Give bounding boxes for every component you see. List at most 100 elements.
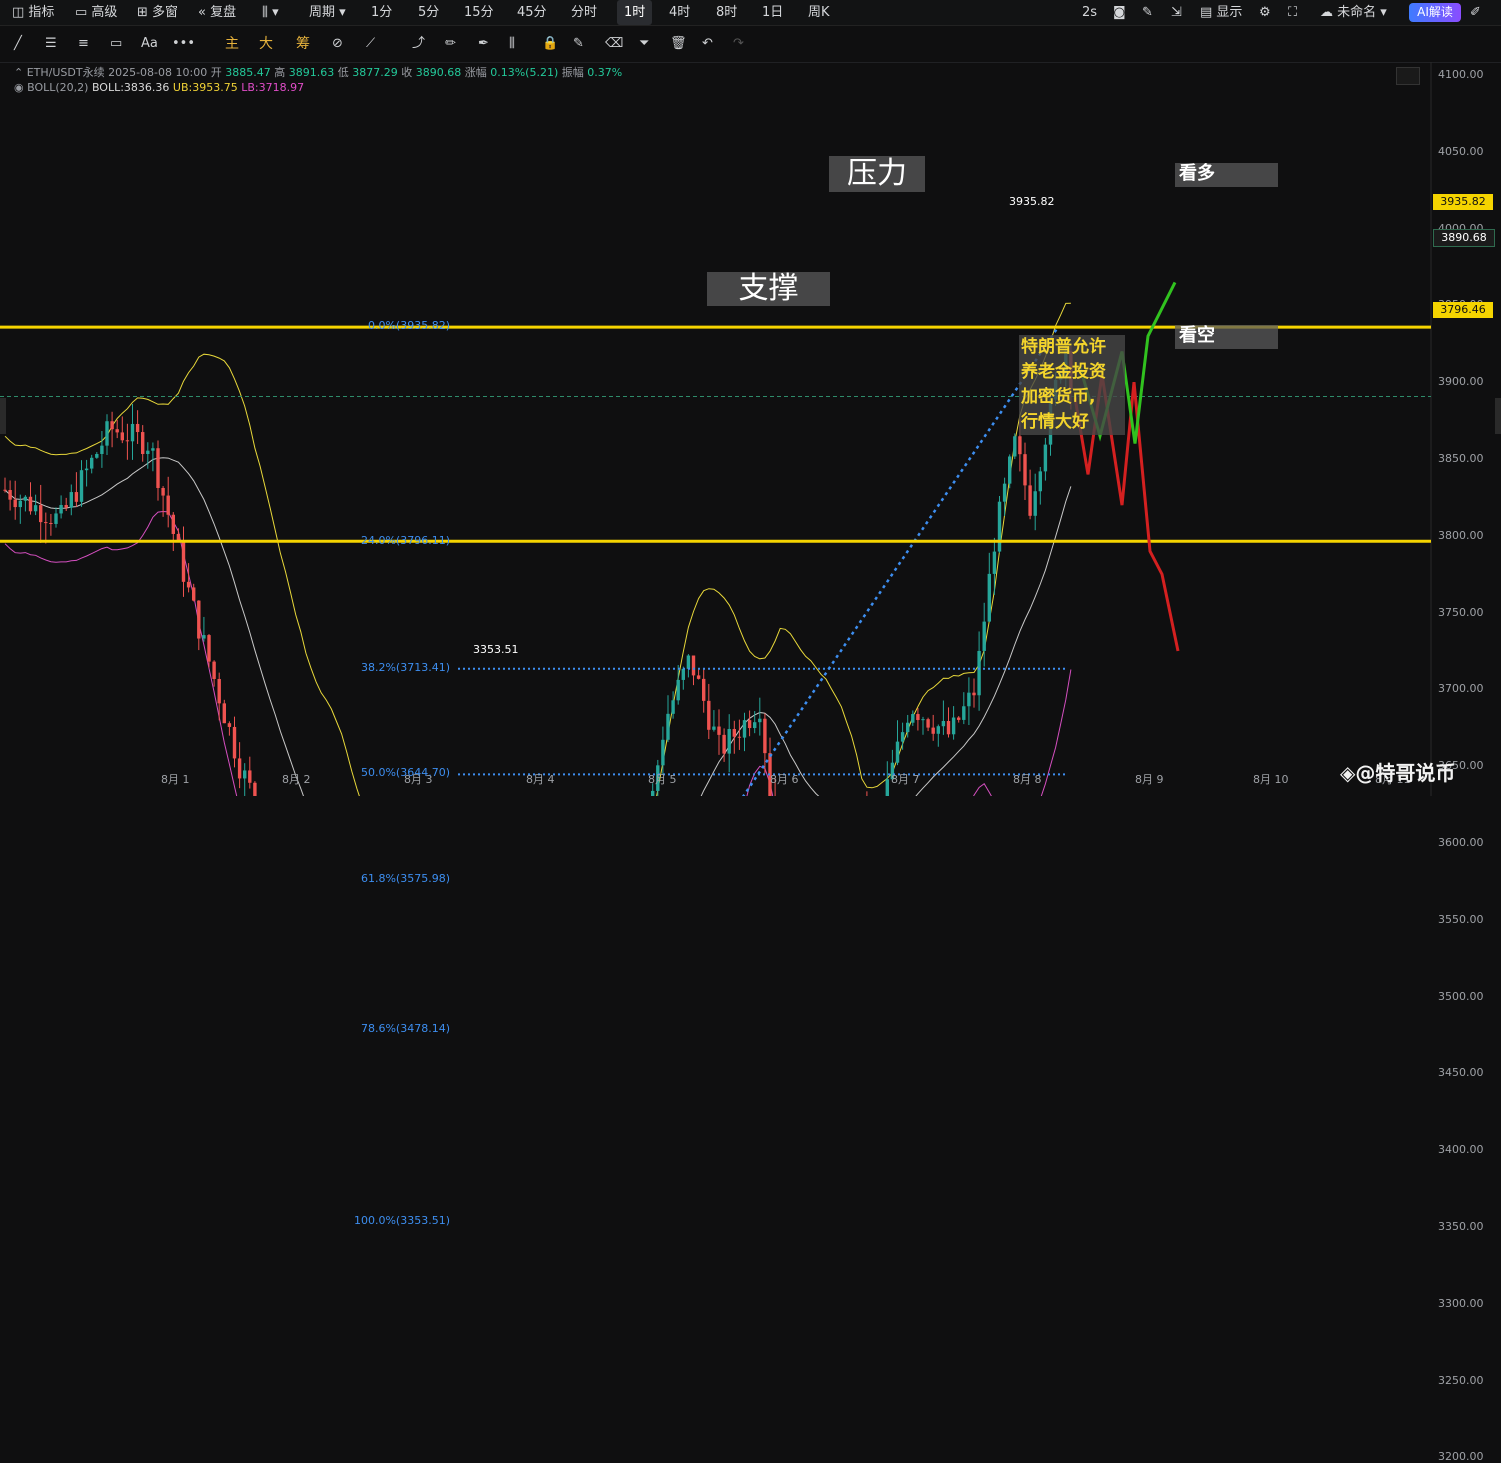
eraser-icon[interactable]: ⌫	[605, 35, 623, 53]
interval-timeshare[interactable]: 分时	[571, 0, 597, 25]
visibility-icon[interactable]: ◉	[14, 81, 27, 94]
trash-icon[interactable]: 🗑	[670, 35, 687, 53]
pen-icon[interactable]: ✎	[1142, 0, 1153, 25]
interval-4h[interactable]: 4时	[669, 0, 690, 25]
camera-icon[interactable]: ◙	[1113, 0, 1126, 25]
candle-body	[100, 445, 104, 454]
period-dropdown[interactable]: 周期 ▾	[309, 0, 346, 25]
x-label-aug6: 8月 6	[770, 773, 799, 786]
ai-interpret-button[interactable]: AI解读	[1409, 3, 1461, 22]
replay-button[interactable]: « 复盘	[198, 0, 236, 25]
candle-body	[1043, 444, 1048, 472]
edit-icon[interactable]: ✐	[1470, 0, 1481, 25]
symbol-label: ETH/USDT永续	[26, 66, 105, 79]
rect-tool-icon[interactable]: ▭	[110, 35, 122, 53]
candle-body	[135, 423, 140, 433]
current-price-tag: 3890.68	[1433, 229, 1495, 247]
interval-week[interactable]: 周K	[808, 0, 830, 25]
big-order-toggle[interactable]: 大	[259, 35, 273, 53]
candle-body	[962, 706, 966, 720]
multi-window-button[interactable]: ⊞ 多窗	[137, 0, 178, 25]
more-tools-icon[interactable]: •••	[172, 35, 195, 53]
candle-body	[941, 721, 946, 727]
news-annotation: 特朗普允许 养老金投资 加密货币, 行情大好	[1019, 335, 1125, 435]
grid-icon: ⊞	[137, 5, 153, 20]
y-tick-label: 3800.00	[1438, 528, 1484, 542]
candle-body	[23, 496, 28, 501]
highlighter-icon[interactable]: ✒	[478, 35, 489, 53]
candle-body	[115, 429, 119, 433]
layout-dropdown[interactable]: ☁ 未命名 ▾	[1320, 0, 1387, 25]
collapse-icon[interactable]: ⌃	[14, 66, 27, 79]
candle-body	[69, 492, 73, 508]
y-tick-label: 3900.00	[1438, 375, 1484, 389]
brush-icon[interactable]: ✏	[445, 35, 456, 53]
boll-mid-line	[4, 457, 1072, 1141]
trend-tool-icon[interactable]: ⤴	[412, 35, 425, 53]
candle-body	[1023, 454, 1027, 486]
interval-15m[interactable]: 15分	[464, 0, 494, 25]
interval-1d[interactable]: 1日	[762, 0, 783, 25]
left-collapse-handle[interactable]	[0, 398, 6, 434]
candle-body	[79, 470, 84, 502]
cloud-icon: ☁	[1320, 5, 1338, 20]
lock-icon[interactable]: 🔒	[542, 35, 558, 53]
main-chart-toggle[interactable]: 主	[225, 35, 239, 53]
settings-icon[interactable]: ⚙	[1259, 0, 1271, 25]
right-collapse-handle[interactable]	[1495, 398, 1501, 434]
hline-tool-icon[interactable]: ☰	[45, 35, 57, 53]
candle-body	[95, 453, 99, 458]
parallel-tool-icon[interactable]: ≡	[78, 35, 89, 53]
candle-body	[931, 727, 935, 734]
candle-body	[753, 722, 757, 729]
boll-lb: LB:3718.97	[241, 81, 305, 94]
interval-45m[interactable]: 45分	[517, 0, 547, 25]
advanced-button[interactable]: ▭ 高级	[75, 0, 117, 25]
amplitude-value: 0.37%	[587, 66, 623, 79]
line-tool-icon[interactable]: ╱	[14, 35, 22, 53]
candle-body	[742, 720, 747, 738]
x-label-aug1: 8月 1	[161, 773, 190, 786]
y-tick-label: 3550.00	[1438, 912, 1484, 926]
redo-icon[interactable]: ↷	[733, 35, 744, 53]
auto-scale-icon[interactable]	[1396, 67, 1420, 85]
y-tick-label: 3500.00	[1438, 989, 1484, 1003]
boll-info: ◉ BOLL(20,2) BOLL:3836.36 UB:3953.75 LB:…	[14, 81, 304, 94]
share-icon[interactable]: ⇲	[1171, 0, 1182, 25]
indicators-button[interactable]: ◫ 指标	[12, 0, 54, 25]
candle-body	[691, 655, 696, 676]
candle-body	[146, 450, 150, 454]
chips-toggle[interactable]: 筹	[296, 35, 310, 53]
text-tool-icon[interactable]: Aa	[141, 35, 158, 53]
interval-8h[interactable]: 8时	[716, 0, 737, 25]
resistance-annotation: 压力	[829, 156, 925, 192]
candle-type-button[interactable]: ⫼ ▾	[262, 0, 279, 25]
candle-body	[702, 678, 706, 701]
resistance-price-tag: 3935.82	[1433, 194, 1493, 210]
y-tick-label: 3200.00	[1438, 1450, 1484, 1463]
boll-name: BOLL(20,2)	[27, 81, 89, 94]
interval-5m[interactable]: 5分	[418, 0, 439, 25]
candle-body	[44, 522, 48, 524]
note-icon[interactable]: ✎	[573, 35, 584, 53]
interval-1m[interactable]: 1分	[371, 0, 392, 25]
undo-icon[interactable]: ↶	[702, 35, 713, 53]
fullscreen-icon[interactable]: ⛶	[1288, 0, 1297, 25]
candle-body	[243, 770, 247, 779]
magnet-icon[interactable]: ⊘	[332, 35, 343, 53]
open-label: 开	[210, 66, 222, 79]
measure-icon[interactable]: ⫼	[509, 35, 515, 53]
chart-icon: ◫	[12, 5, 29, 20]
high-value: 3891.63	[288, 66, 335, 79]
filter-icon[interactable]: ⏷	[639, 35, 649, 53]
interval-1h[interactable]: 1时	[617, 0, 653, 25]
y-tick-label: 3850.00	[1438, 452, 1484, 465]
ruler-icon[interactable]: ⟋	[366, 35, 375, 53]
candle-body	[64, 504, 68, 508]
candle-body	[74, 492, 79, 502]
display-button[interactable]: ▤ 显示	[1200, 0, 1242, 25]
candle-body	[936, 726, 940, 734]
refresh-rate-button[interactable]: 2s	[1082, 0, 1097, 25]
candle-body	[125, 440, 130, 442]
candle-body	[921, 719, 925, 721]
